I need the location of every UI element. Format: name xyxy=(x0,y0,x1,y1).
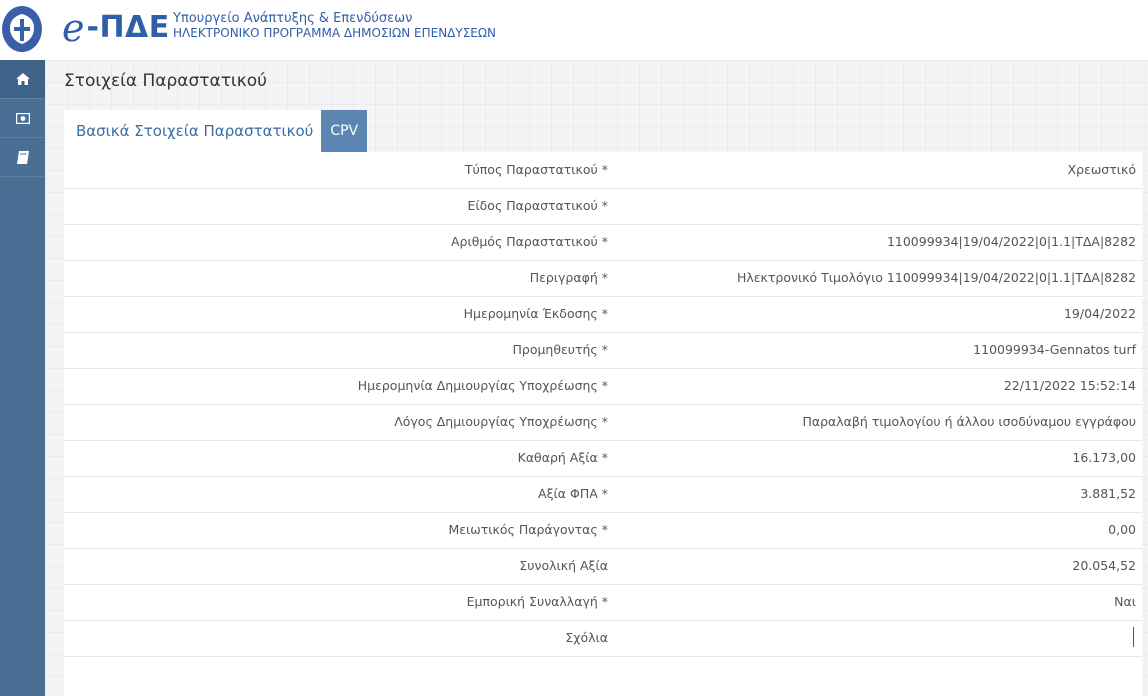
logo-pde: -ΠΔΕ xyxy=(86,10,170,45)
field-value[interactable]: Παραλαβή τιμολογίου ή άλλου ισοδύναμου ε… xyxy=(802,404,1136,440)
field-total-value: Συνολική Αξία 20.054,52 xyxy=(64,548,1142,585)
field-label: Σχόλια xyxy=(565,630,608,645)
field-value[interactable]: 22/11/2022 15:52:14 xyxy=(1004,368,1136,404)
logo-e: e xyxy=(62,6,85,50)
field-net-value: Καθαρή Αξία * 16.173,00 xyxy=(64,440,1142,477)
text-cursor xyxy=(1133,627,1134,647)
field-reduction-factor: Μειωτικός Παράγοντας * 0,00 xyxy=(64,512,1142,549)
field-document-number: Αριθμός Παραστατικού * 110099934|19/04/2… xyxy=(64,224,1142,261)
field-supplier: Προμηθευτής * 110099934-Gennatos turf xyxy=(64,332,1142,369)
field-value[interactable]: 19/04/2022 xyxy=(1064,296,1136,332)
field-issue-date: Ημερομηνία Έκδοσης * 19/04/2022 xyxy=(64,296,1142,333)
field-obligation-reason: Λόγος Δημιουργίας Υποχρέωσης * Παραλαβή … xyxy=(64,404,1142,441)
field-document-kind: Είδος Παραστατικού * xyxy=(64,188,1142,225)
tab-cpv[interactable]: CPV xyxy=(321,110,368,152)
greek-emblem-icon xyxy=(2,6,42,52)
sidebar-item-payments[interactable] xyxy=(0,99,45,138)
field-value[interactable]: Χρεωστικό xyxy=(1068,152,1136,188)
field-label: Ημερομηνία Δημιουργίας Υποχρέωσης * xyxy=(357,378,608,393)
sidebar-item-home[interactable] xyxy=(0,60,45,99)
app-header: e -ΠΔΕ Υπουργείο Ανάπτυξης & Επενδύσεων … xyxy=(0,0,1148,61)
field-vat-value: Αξία ΦΠΑ * 3.881,52 xyxy=(64,476,1142,513)
field-document-type: Τύπος Παραστατικού * Χρεωστικό xyxy=(64,152,1142,189)
field-label: Μειωτικός Παράγοντας * xyxy=(448,522,609,537)
book-icon xyxy=(16,150,29,164)
sidebar-item-documents[interactable] xyxy=(0,138,45,177)
field-value[interactable]: 110099934|19/04/2022|0|1.1|ΤΔΑ|8282 xyxy=(887,224,1136,260)
field-value[interactable]: 110099934-Gennatos turf xyxy=(973,332,1136,368)
money-icon xyxy=(15,112,30,124)
field-obligation-date: Ημερομηνία Δημιουργίας Υποχρέωσης * 22/1… xyxy=(64,368,1142,405)
field-label: Ημερομηνία Έκδοσης * xyxy=(463,306,608,321)
sidebar xyxy=(0,60,45,696)
ministry-name: Υπουργείο Ανάπτυξης & Επενδύσεων xyxy=(173,11,413,26)
program-name: ΗΛΕΚΤΡΟΝΙΚΟ ΠΡΟΓΡΑΜΜΑ ΔΗΜΟΣΙΩΝ ΕΠΕΝΔΥΣΕΩ… xyxy=(173,26,497,40)
field-value[interactable]: 20.054,52 xyxy=(1072,548,1136,584)
field-label: Περιγραφή * xyxy=(529,270,608,285)
field-commercial-transaction: Εμπορική Συναλλαγή * Ναι xyxy=(64,584,1142,621)
field-comments: Σχόλια xyxy=(64,620,1142,657)
field-label: Εμπορική Συναλλαγή * xyxy=(466,594,608,609)
main-content: Στοιχεία Παραστατικού Βασικά Στοιχεία Πα… xyxy=(45,60,1148,696)
epde-logo[interactable]: e -ΠΔΕ xyxy=(62,8,170,48)
ministry-title: Υπουργείο Ανάπτυξης & Επενδύσεων ΗΛΕΚΤΡΟ… xyxy=(173,11,497,41)
field-label: Προμηθευτής * xyxy=(512,342,608,357)
field-label: Συνολική Αξία xyxy=(519,558,608,573)
tab-basic-info[interactable]: Βασικά Στοιχεία Παραστατικού xyxy=(64,110,322,152)
field-label: Είδος Παραστατικού * xyxy=(467,198,608,213)
field-value[interactable]: 0,00 xyxy=(1108,512,1136,548)
field-value[interactable]: Ηλεκτρονικό Τιμολόγιο 110099934|19/04/20… xyxy=(737,260,1136,296)
field-label: Αξία ΦΠΑ * xyxy=(538,486,608,501)
field-label: Καθαρή Αξία * xyxy=(517,450,608,465)
field-value[interactable]: Ναι xyxy=(1114,584,1136,620)
home-icon xyxy=(15,73,30,85)
field-label: Αριθμός Παραστατικού * xyxy=(450,234,608,249)
field-value[interactable]: 16.173,00 xyxy=(1072,440,1136,476)
document-details-panel: Τύπος Παραστατικού * Χρεωστικό Είδος Παρ… xyxy=(64,152,1142,696)
field-label: Τύπος Παραστατικού * xyxy=(464,162,608,177)
field-label: Λόγος Δημιουργίας Υποχρέωσης * xyxy=(394,414,608,429)
field-value[interactable]: 3.881,52 xyxy=(1080,476,1136,512)
field-description: Περιγραφή * Ηλεκτρονικό Τιμολόγιο 110099… xyxy=(64,260,1142,297)
tab-bar: Βασικά Στοιχεία Παραστατικού CPV xyxy=(64,110,368,152)
page-title: Στοιχεία Παραστατικού xyxy=(64,71,267,91)
